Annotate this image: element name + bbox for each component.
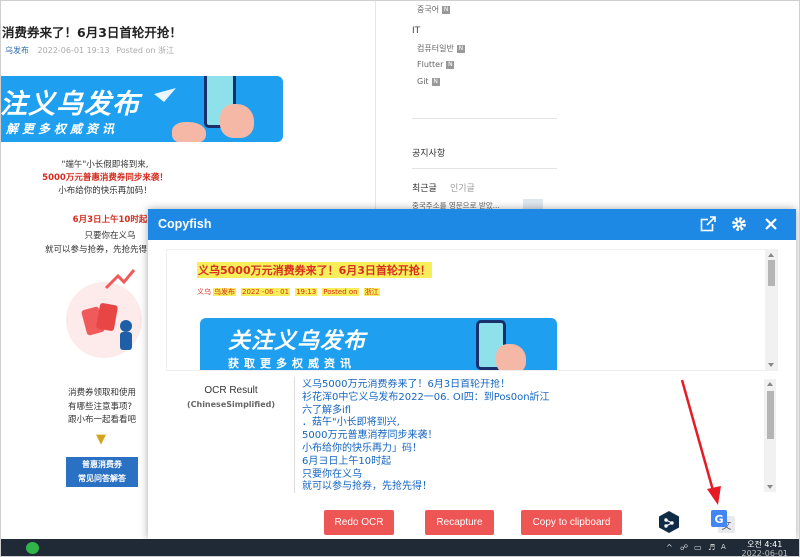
sidebar-category-korean[interactable]: 중국어 N [417, 4, 451, 15]
network-icon[interactable]: ☍ [680, 543, 688, 552]
sidebar-item-flutter[interactable]: Flutter N [417, 60, 455, 69]
copy-to-clipboard-button[interactable]: Copy to clipboard [521, 510, 622, 535]
snapshot-title-line: 义乌5000万元消费券来了！6月3日首轮开抢！ [197, 262, 432, 278]
scroll-up-icon[interactable] [768, 253, 774, 257]
faq-box-line2: 常见问答解答 [78, 474, 126, 483]
sidebar-divider [412, 118, 557, 119]
article-subtext: 消费券领取和使用 [68, 388, 137, 398]
dialog-title: Copyfish [158, 217, 212, 231]
pointing-hand-icon: ▼ [96, 432, 106, 447]
hand-illustration [220, 104, 254, 138]
sidebar-item-label: Flutter [417, 60, 444, 69]
article-subtext: 有哪些注意事项? [68, 402, 133, 412]
article-meta: 乌发布 2022-06-01 19:13 Posted on 浙江 [5, 45, 178, 56]
sidebar-item-label: 컴퓨터일반 [417, 44, 454, 53]
coupon-illustration [66, 269, 142, 358]
deepl-translate-icon[interactable] [657, 510, 681, 534]
sidebar-item-label: Git [417, 77, 429, 86]
svg-text:G: G [714, 513, 723, 526]
article-title: 消费券来了！6月3日首轮开抢！ [2, 25, 182, 40]
ocr-language-label: (ChineseSimplified) [186, 400, 276, 409]
recapture-button[interactable]: Recapture [425, 510, 494, 535]
preview-scroll-thumb[interactable] [768, 260, 775, 286]
preview-scrollbar[interactable] [765, 250, 777, 370]
notice-heading: 공지사항 [412, 149, 446, 159]
ime-icon[interactable]: A [721, 543, 726, 551]
snapshot-word: Posted on [322, 288, 359, 296]
close-icon[interactable] [762, 215, 780, 233]
copyfish-dialog: Copyfish 义乌5000万元消费券来了！6月3日首轮开抢！ 义乌 乌发布 20… [148, 209, 796, 539]
article-subtext: 跟小布一起看看吧 [68, 415, 137, 425]
sidebar-item-git[interactable]: Git N [417, 77, 440, 86]
volume-icon[interactable]: ♬ [708, 543, 715, 552]
captured-image-preview: 义乌5000万元消费券来了！6月3日首轮开抢！ 义乌 乌发布 2022 -06 · … [166, 249, 778, 371]
ocr-result-text[interactable]: 义乌5000万元消费券来了！6月3日首轮开抢！ 衫花浑0中它义乌发布2022一0… [302, 379, 754, 492]
sidebar-divider [412, 168, 557, 169]
clock-time: 오전 4:41 [747, 540, 783, 549]
article-paragraph: 小布给你的快乐再加码！ [58, 186, 152, 196]
ocr-result-label: OCR Result [204, 385, 258, 396]
article-paragraph-red: 5000万元普惠消费券同步来袭！ [42, 173, 168, 183]
snapshot-word: 19:13 [295, 288, 318, 296]
article-banner: 注义乌发布 解更多权威资讯 [0, 76, 283, 142]
snapshot-word: 义乌 [197, 288, 211, 296]
banner-sub-text: 解更多权威资讯 [6, 122, 119, 136]
new-badge-icon: N [456, 44, 465, 53]
taskbar-clock[interactable]: 오전 4:41 2022-06-01 [742, 540, 789, 557]
article-date: 2022-06-01 19:13 [37, 46, 110, 55]
google-translate-icon[interactable]: 文 G [710, 509, 736, 535]
snapshot-word: 乌发布 [213, 288, 236, 296]
windows-taskbar: ^ ☍ ▭ ♬ A 오전 4:41 2022-06-01 [0, 539, 800, 557]
dialog-header: Copyfish [148, 209, 796, 240]
scroll-down-icon[interactable] [767, 485, 773, 489]
faq-box[interactable]: 普惠消费券 常见问答解答 [66, 457, 138, 487]
tab-recent-posts[interactable]: 최근글 [412, 181, 437, 194]
scroll-down-icon[interactable] [768, 363, 774, 367]
snapshot-banner: 关注义乌发布 获取更多权威资讯 [200, 318, 557, 370]
open-external-icon[interactable] [699, 215, 717, 233]
sidebar-category-it[interactable]: IT [412, 26, 420, 36]
ocr-scroll-thumb[interactable] [767, 391, 774, 439]
snapshot-banner-sub: 获取更多权威资讯 [228, 357, 356, 370]
ocr-divider [294, 377, 295, 493]
sidebar-item-label: 중국어 [417, 5, 440, 14]
tab-popular-posts[interactable]: 인기글 [450, 181, 475, 194]
redo-ocr-button[interactable]: Redo OCR [324, 510, 394, 535]
hand-illustration-left [172, 122, 206, 142]
article-posted-on: Posted on 浙江 [116, 46, 174, 55]
faq-box-line1: 普惠消费券 [82, 460, 122, 469]
new-badge-icon: N [431, 77, 440, 86]
scroll-up-icon[interactable] [767, 382, 773, 386]
clock-date: 2022-06-01 [741, 549, 789, 557]
snapshot-meta-line: 义乌 乌发布 2022 -06 · 01 19:13 Posted on 浙江 [197, 287, 385, 297]
banner-main-text: 注义乌发布 [0, 89, 140, 120]
article-source-link[interactable]: 乌发布 [5, 46, 29, 55]
wechat-icon[interactable] [26, 542, 39, 554]
battery-icon[interactable]: ▭ [694, 543, 702, 552]
sidebar-item-computer[interactable]: 컴퓨터일반 N [417, 43, 465, 54]
ocr-scrollbar[interactable] [764, 379, 776, 492]
new-badge-icon: N [446, 60, 455, 69]
new-badge-icon: N [442, 5, 451, 14]
hand-illustration [496, 344, 526, 370]
article-paragraph: "端午"小长假即将到来, [61, 160, 149, 170]
snapshot-banner-main: 关注义乌发布 [228, 329, 367, 354]
paper-plane-icon [154, 88, 176, 102]
gear-icon[interactable] [730, 215, 748, 233]
snapshot-word: 2022 -06 · 01 [241, 288, 291, 296]
tray-chevron-icon[interactable]: ^ [666, 543, 673, 552]
snapshot-word: 浙江 [363, 288, 380, 296]
